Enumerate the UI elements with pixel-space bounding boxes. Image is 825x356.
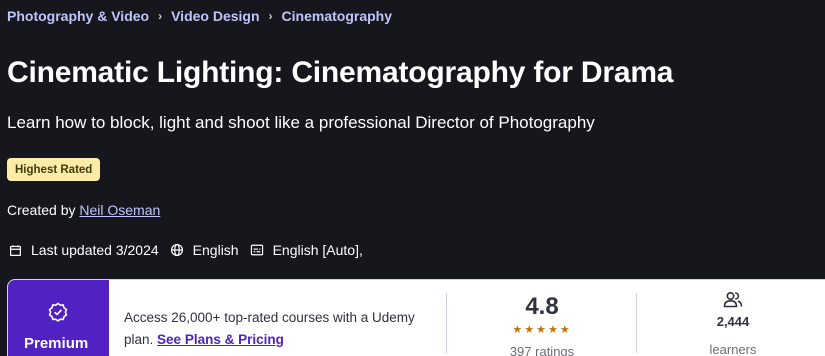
course-title: Cinematic Lighting: Cinematography for D… — [7, 56, 674, 89]
last-updated: Last updated 3/2024 — [7, 242, 159, 258]
course-meta: Last updated 3/2024 English English [Aut… — [7, 242, 373, 258]
badge-check-icon — [48, 302, 68, 327]
course-subtitle: Learn how to block, light and shoot like… — [7, 113, 595, 132]
star-icon: ★ — [547, 324, 560, 336]
language: English — [169, 242, 239, 258]
last-updated-text: Last updated 3/2024 — [31, 242, 159, 258]
premium-card: Premium Access 26,000+ top-rated courses… — [7, 279, 825, 356]
ratings-count: 397 ratings — [509, 344, 575, 356]
rating-value: 4.8 — [525, 293, 559, 320]
instructor-link[interactable]: Neil Oseman — [79, 202, 160, 218]
highest-rated-badge: Highest Rated — [7, 158, 101, 181]
star-icon: ★ — [536, 324, 548, 336]
users-icon — [638, 291, 825, 308]
calendar-icon — [7, 242, 23, 258]
language-text: English — [192, 242, 239, 258]
created-by: Created by Neil Oseman — [7, 202, 160, 218]
created-by-label: Created by — [7, 202, 76, 218]
learners-summary: 2,444 learners — [638, 280, 825, 356]
premium-panel: Premium — [8, 280, 109, 356]
star-rating: ★★★★★ — [447, 323, 637, 336]
divider — [636, 293, 637, 353]
premium-label: Premium — [24, 335, 89, 352]
breadcrumb-item-cinematography[interactable]: Cinematography — [282, 8, 392, 24]
breadcrumb-item-video-design[interactable]: Video Design — [171, 8, 259, 24]
breadcrumb: Photography & Video › Video Design › Cin… — [7, 8, 392, 24]
globe-icon — [169, 242, 185, 258]
see-plans-pricing-link[interactable]: See Plans & Pricing — [157, 332, 284, 347]
learners-label: learners — [709, 342, 757, 356]
chevron-right-icon: › — [268, 9, 273, 23]
captions-icon — [249, 242, 265, 258]
star-icon: ★ — [524, 324, 537, 336]
captions: English [Auto], — [249, 242, 363, 258]
learners-count: 2,444 — [716, 314, 750, 329]
breadcrumb-item-photography-video[interactable]: Photography & Video — [7, 8, 149, 24]
star-icon: ★ — [559, 324, 572, 336]
star-icon: ★ — [512, 324, 525, 336]
rating-summary: 4.8 ★★★★★ 397 ratings — [447, 280, 637, 356]
captions-text: English [Auto], — [272, 242, 363, 258]
plan-access: Access 26,000+ top-rated courses with a … — [124, 307, 444, 351]
chevron-right-icon: › — [158, 9, 163, 23]
